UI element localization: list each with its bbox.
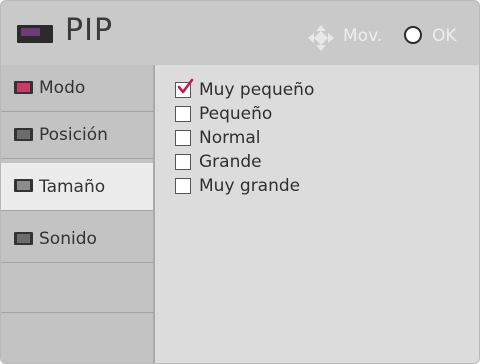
directional-pad-icon bbox=[308, 25, 334, 51]
sidebar-item-modo[interactable]: Modo bbox=[1, 65, 153, 112]
menu-header: PIP Mov. OK bbox=[1, 1, 479, 65]
sound-icon bbox=[14, 232, 33, 245]
sidebar-divider bbox=[1, 312, 153, 313]
option-label: Normal bbox=[199, 128, 261, 148]
sidebar-item-sonido[interactable]: Sonido bbox=[1, 216, 153, 263]
sidebar-item-label: Tamaño bbox=[39, 177, 106, 197]
checkbox[interactable] bbox=[175, 178, 191, 194]
position-icon bbox=[14, 128, 33, 141]
pip-menu-window: PIP Mov. OK Modo Posición Tamaño Sonido bbox=[0, 0, 480, 364]
size-options-panel: Muy pequeño Pequeño Normal Grande Muy gr… bbox=[155, 65, 479, 363]
checkbox[interactable] bbox=[175, 130, 191, 146]
pip-icon bbox=[17, 25, 53, 43]
page-title: PIP bbox=[65, 13, 114, 48]
checkmark-icon bbox=[177, 78, 194, 94]
option-label: Muy grande bbox=[199, 176, 301, 196]
sidebar: Modo Posición Tamaño Sonido bbox=[1, 65, 155, 363]
option-label: Muy pequeño bbox=[199, 80, 315, 100]
sidebar-item-label: Modo bbox=[39, 78, 86, 98]
mode-icon bbox=[14, 81, 33, 94]
checkbox[interactable] bbox=[175, 154, 191, 170]
sidebar-item-label: Posición bbox=[39, 125, 108, 145]
size-icon bbox=[14, 179, 33, 192]
sidebar-item-label: Sonido bbox=[39, 229, 97, 249]
sidebar-item-posicion[interactable]: Posición bbox=[1, 112, 153, 159]
ok-button-icon bbox=[404, 26, 422, 44]
ok-hint-label: OK bbox=[432, 26, 457, 46]
sidebar-item-tamano[interactable]: Tamaño bbox=[1, 163, 153, 211]
checkbox[interactable] bbox=[175, 106, 191, 122]
move-hint-label: Mov. bbox=[343, 26, 383, 46]
option-label: Grande bbox=[199, 152, 262, 172]
option-label: Pequeño bbox=[199, 104, 273, 124]
